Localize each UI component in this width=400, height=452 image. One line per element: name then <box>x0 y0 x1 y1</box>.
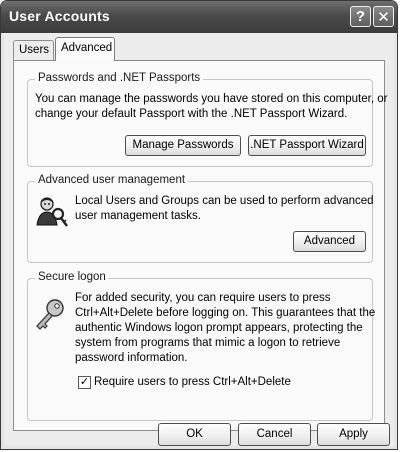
apply-button[interactable]: Apply <box>317 423 390 446</box>
passwords-description-line: You can manage the passwords you have st… <box>35 93 388 105</box>
advanced-tab-panel: Passwords and .NET Passports You can man… <box>13 60 387 431</box>
secure-logon-group: Secure logon For added security, you can… <box>27 271 375 421</box>
secure-logon-description: For added security, you can require user… <box>75 291 375 366</box>
advanced-description-line: user management tasks. <box>75 210 201 222</box>
advanced-description: Local Users and Groups can be used to pe… <box>75 194 374 224</box>
title-bar[interactable]: User Accounts ? ✕ <box>1 1 397 33</box>
ok-button[interactable]: OK <box>158 423 231 446</box>
users-groups-icon <box>36 197 68 227</box>
secure-logon-description-line: For added security, you can require user… <box>75 292 331 304</box>
user-accounts-window: User Accounts ? ✕ Users Advanced Passwor… <box>0 0 398 450</box>
secure-logon-description-line: system from programs that mimic a logon … <box>75 337 341 349</box>
tab-advanced[interactable]: Advanced <box>55 37 115 61</box>
checkmark-icon: ✓ <box>79 376 90 388</box>
passwords-description-line: change your default Passport with the .N… <box>35 108 348 120</box>
passwords-description: You can manage the passwords you have st… <box>35 92 387 122</box>
manage-passwords-button[interactable]: Manage Passwords <box>125 135 241 156</box>
cancel-button[interactable]: Cancel <box>238 423 311 446</box>
passport-wizard-button[interactable]: .NET Passport Wizard <box>248 135 366 156</box>
close-button[interactable]: ✕ <box>373 6 394 27</box>
ctrl-alt-delete-label[interactable]: Require users to press Ctrl+Alt+Delete <box>94 375 291 390</box>
secure-logon-description-line: password information. <box>75 352 188 364</box>
passwords-group-legend: Passwords and .NET Passports <box>35 72 204 84</box>
window-title: User Accounts <box>9 8 110 24</box>
dialog-body: Users Advanced Passwords and .NET Passpo… <box>4 33 394 446</box>
help-button[interactable]: ? <box>350 6 371 27</box>
secure-logon-description-line: Ctrl+Alt+Delete before logging on. This … <box>75 307 376 319</box>
close-icon: ✕ <box>377 8 390 26</box>
advanced-user-management-group: Advanced user management Local Users and… <box>27 174 374 263</box>
advanced-button[interactable]: Advanced <box>293 231 366 252</box>
advanced-group-legend: Advanced user management <box>35 174 189 186</box>
secure-logon-description-line: authentic Windows logon prompt appears, … <box>75 322 363 334</box>
help-icon: ? <box>355 8 366 25</box>
ctrl-alt-delete-checkbox[interactable]: ✓ <box>78 376 91 389</box>
passwords-group: Passwords and .NET Passports You can man… <box>27 72 387 167</box>
tab-users[interactable]: Users <box>13 40 54 60</box>
advanced-description-line: Local Users and Groups can be used to pe… <box>75 195 374 207</box>
key-icon <box>36 299 64 330</box>
secure-logon-legend: Secure logon <box>35 271 109 283</box>
